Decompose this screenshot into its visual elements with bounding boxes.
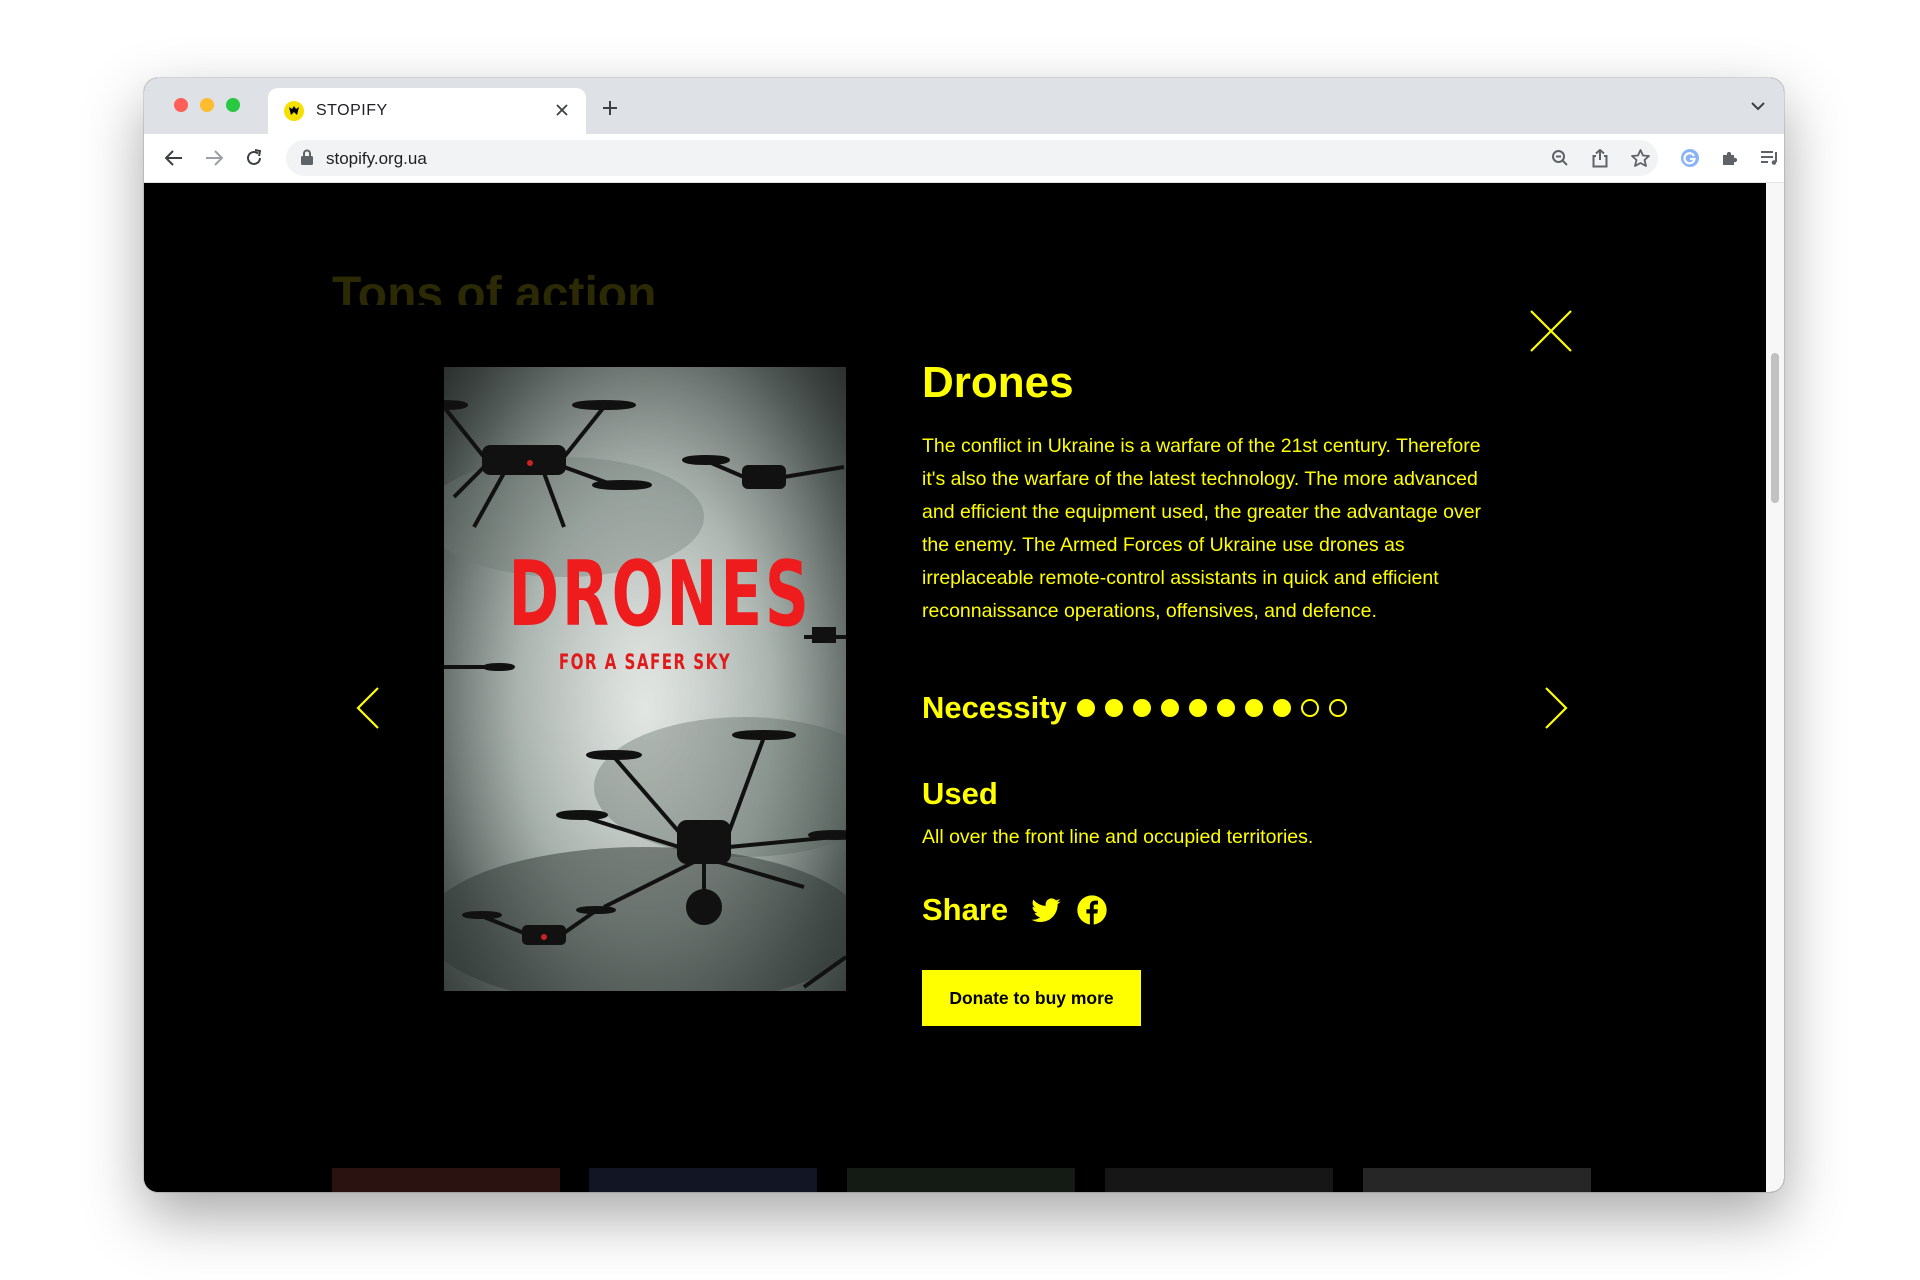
close-icon[interactable]: [1529, 309, 1573, 353]
page-content: Tons of action DRONES FOR A SAFER SKY Dr…: [144, 183, 1766, 1192]
necessity-dot-filled: [1272, 699, 1291, 717]
back-arrow-icon[interactable]: [160, 144, 188, 172]
new-tab-icon[interactable]: [596, 94, 624, 122]
tab-close-icon[interactable]: [550, 98, 574, 122]
chevron-right-icon[interactable]: [1544, 686, 1568, 730]
necessity-dot-filled: [1188, 699, 1207, 717]
drones-poster: DRONES FOR A SAFER SKY: [444, 367, 846, 991]
tab-title: STOPIFY: [316, 102, 388, 119]
background-thumbnail[interactable]: [589, 1168, 817, 1192]
background-thumbnail[interactable]: [1105, 1168, 1333, 1192]
browser-tab[interactable]: STOPIFY: [268, 88, 586, 134]
browser-toolbar: stopify.org.ua: [144, 134, 1784, 183]
item-title: Drones: [922, 358, 1074, 407]
used-text: All over the front line and occupied ter…: [922, 826, 1314, 848]
zoom-icon[interactable]: [1548, 146, 1572, 170]
necessity-dot-filled: [1160, 699, 1179, 717]
tab-search-chevron-icon[interactable]: [1746, 94, 1770, 118]
address-bar[interactable]: stopify.org.ua: [286, 140, 1658, 176]
minimize-window-button[interactable]: [200, 98, 214, 112]
used-heading: Used: [922, 776, 998, 811]
item-description: The conflict in Ukraine is a warfare of …: [922, 435, 1482, 622]
poster-tagline: FOR A SAFER SKY: [558, 650, 732, 674]
donate-button[interactable]: Donate to buy more: [922, 970, 1141, 1026]
background-thumbnail[interactable]: [847, 1168, 1075, 1192]
poster-title: DRONES: [508, 542, 812, 647]
reload-icon[interactable]: [240, 144, 268, 172]
url-text: stopify.org.ua: [326, 149, 427, 168]
reading-list-icon[interactable]: [1756, 144, 1784, 172]
extensions-puzzle-icon[interactable]: [1716, 144, 1744, 172]
necessity-dot-filled: [1132, 699, 1151, 717]
necessity-dot-filled: [1104, 699, 1123, 717]
item-details: Drones The conflict in Ukraine is a warf…: [922, 358, 1482, 1026]
necessity-dot-filled: [1216, 699, 1235, 717]
forward-arrow-icon[interactable]: [200, 144, 228, 172]
scrollbar-thumb[interactable]: [1771, 353, 1779, 503]
necessity-label: Necessity: [922, 690, 1067, 725]
page-scrollbar[interactable]: [1766, 183, 1784, 1192]
necessity-dots: [1076, 699, 1357, 717]
share-row: Share: [922, 892, 1122, 928]
chevron-left-icon[interactable]: [356, 686, 380, 730]
maximize-window-button[interactable]: [226, 98, 240, 112]
necessity-dot-empty: [1300, 699, 1319, 717]
extension-g-icon[interactable]: [1676, 144, 1704, 172]
necessity-rating: Necessity: [922, 690, 1357, 726]
necessity-dot-filled: [1076, 699, 1095, 717]
bookmark-star-icon[interactable]: [1628, 146, 1652, 170]
share-page-icon[interactable]: [1588, 146, 1612, 170]
background-section-heading: Tons of action: [332, 268, 657, 305]
background-thumbnail[interactable]: [1363, 1168, 1591, 1192]
browser-window: STOPIFY stopify.org.ua Tons of action DR…: [144, 78, 1784, 1192]
necessity-dot-filled: [1244, 699, 1263, 717]
background-thumbnail[interactable]: [332, 1168, 560, 1192]
tab-strip: STOPIFY: [144, 78, 1784, 134]
facebook-icon[interactable]: [1076, 894, 1108, 926]
close-window-button[interactable]: [174, 98, 188, 112]
stopify-favicon-icon: [284, 101, 304, 121]
lock-icon[interactable]: [300, 149, 314, 171]
share-label: Share: [922, 892, 1009, 927]
necessity-dot-empty: [1328, 699, 1347, 717]
twitter-icon[interactable]: [1030, 894, 1062, 926]
drone-illustration-icon: [444, 367, 846, 991]
